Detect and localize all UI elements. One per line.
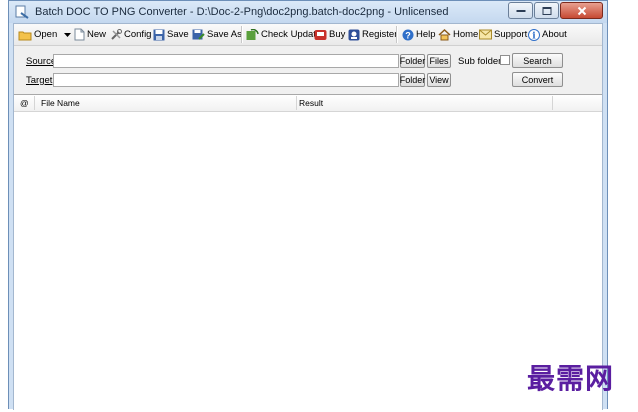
open-button[interactable]: Open [18,26,57,43]
toolbar-divider [241,26,243,43]
new-button[interactable]: New [74,26,106,43]
save-disk-icon [153,29,165,40]
maximize-button[interactable] [534,2,559,19]
column-header-file-name[interactable]: File Name [41,98,80,108]
open-folder-icon [18,31,32,40]
column-divider[interactable] [552,96,553,110]
register-icon [348,29,360,40]
watermark-text: 最需网 [527,362,615,395]
minimize-button[interactable] [508,2,533,19]
source-folder-button[interactable]: Folder [400,54,425,68]
config-button[interactable]: Config [110,26,151,43]
open-label: Open [34,29,58,40]
target-label: Target [26,75,53,86]
home-label: Home [453,29,479,40]
window-title: Batch DOC TO PNG Converter - D:\Doc-2-Pn… [35,6,449,18]
check-update-button[interactable]: Check Update [246,26,321,43]
minimize-icon [516,9,525,12]
title-bar[interactable]: Batch DOC TO PNG Converter - D:\Doc-2-Pn… [9,1,607,23]
maximize-icon [542,6,551,15]
home-icon [438,28,451,40]
save-button[interactable]: Save [153,26,189,43]
chevron-down-icon [64,32,71,37]
check-update-label: Check Update [261,29,322,40]
toolbar: Open New Config Save Save As Check Updat… [14,24,602,46]
help-icon: ? [402,29,414,40]
open-dropdown[interactable] [64,26,73,43]
new-file-icon [74,28,85,41]
app-icon [15,5,29,19]
column-divider[interactable] [296,96,297,110]
subfolders-checkbox[interactable] [500,55,510,65]
new-label: New [87,29,107,40]
save-label: Save [167,29,189,40]
column-header-result[interactable]: Result [299,98,323,108]
target-folder-button[interactable]: Folder [400,73,425,87]
subfolders-label: Sub folders [458,56,507,67]
file-list[interactable]: @ File Name Result [14,94,602,412]
register-button[interactable]: Register [348,26,397,43]
convert-button[interactable]: Convert [512,72,563,87]
cart-icon [314,29,327,40]
support-label: Support [494,29,528,40]
buy-button[interactable]: Buy [314,26,345,43]
source-input[interactable] [53,54,399,68]
support-button[interactable]: Support [479,26,527,43]
close-button[interactable] [560,2,603,19]
toolbar-divider [396,26,398,43]
view-button[interactable]: View [427,73,451,87]
column-divider[interactable] [34,96,35,110]
close-icon [577,6,586,15]
info-icon: i [528,28,540,41]
client-area: Open New Config Save Save As Check Updat… [13,23,603,412]
list-header: @ File Name Result [14,95,602,112]
help-button[interactable]: ? Help [402,26,436,43]
config-label: Config [124,29,152,40]
search-button[interactable]: Search [512,53,563,68]
svg-text:i: i [532,31,536,41]
about-label: About [542,29,567,40]
app-window: Batch DOC TO PNG Converter - D:\Doc-2-Pn… [8,0,608,412]
save-as-icon [192,29,205,40]
save-as-button[interactable]: Save As [192,26,242,43]
column-header-icon[interactable]: @ [20,98,29,108]
svg-text:?: ? [405,30,411,40]
source-label: Source [26,56,57,67]
help-label: Help [416,29,436,40]
save-as-label: Save As [207,29,242,40]
home-button[interactable]: Home [438,26,478,43]
about-button[interactable]: i About [528,26,567,43]
register-label: Register [362,29,398,40]
buy-label: Buy [329,29,346,40]
files-button[interactable]: Files [427,54,451,68]
tools-icon [111,28,122,40]
update-icon [246,28,259,40]
support-mail-icon [479,29,492,40]
target-input[interactable] [53,73,399,87]
